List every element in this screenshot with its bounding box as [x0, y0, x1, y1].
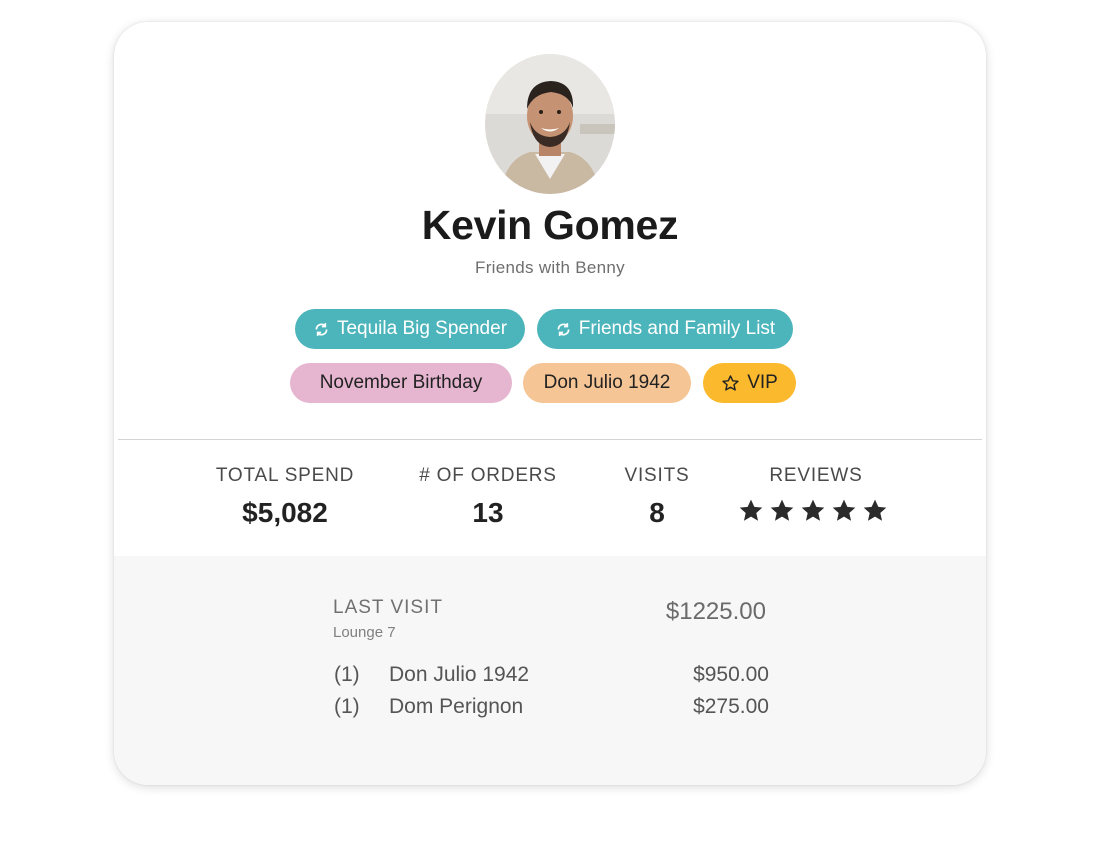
customer-profile-card: Kevin Gomez Friends with Benny Tequila B… [114, 22, 986, 785]
tag-label: VIP [747, 372, 778, 393]
last-visit-location: Lounge 7 [333, 624, 396, 641]
star-icon [801, 499, 825, 521]
tag-label: Don Julio 1942 [543, 372, 671, 393]
visits-label: VISITS [624, 465, 690, 486]
total-spend-value: $5,082 [242, 497, 328, 528]
orders-value: 13 [472, 497, 504, 528]
tag-vip[interactable]: VIP [703, 363, 796, 403]
order-item-price: $950.00 [693, 663, 769, 686]
avatar-photo [485, 54, 615, 194]
tag-tequila-big-spender[interactable]: Tequila Big Spender [295, 309, 525, 349]
last-visit-total: $1225.00 [665, 598, 766, 625]
tag-november-birthday[interactable]: November Birthday [290, 363, 512, 403]
visits-value: 8 [649, 497, 665, 528]
sync-icon [315, 322, 328, 336]
star-outline-icon [722, 374, 739, 391]
reviews-label: REVIEWS [769, 465, 863, 486]
tag-label: Friends and Family List [578, 318, 776, 339]
order-item-name: Dom Perignon [389, 695, 524, 718]
tag-label: Tequila Big Spender [336, 318, 508, 339]
tag-friends-and-family[interactable]: Friends and Family List [537, 309, 793, 349]
star-icon [770, 499, 794, 521]
total-spend-label: TOTAL SPEND [215, 465, 355, 486]
customer-name: Kevin Gomez [421, 202, 679, 248]
order-item-qty: (1) [334, 663, 360, 686]
avatar[interactable] [485, 54, 615, 194]
section-divider [118, 439, 982, 440]
orders-label: # OF ORDERS [419, 465, 557, 486]
reviews-rating [738, 498, 888, 524]
order-item-price: $275.00 [693, 695, 769, 718]
last-visit-section [114, 556, 986, 785]
star-icon [832, 499, 856, 521]
order-item-name: Don Julio 1942 [389, 663, 530, 686]
star-icon [739, 499, 763, 521]
sync-icon [557, 322, 570, 336]
order-item-qty: (1) [334, 695, 360, 718]
last-visit-label: LAST VISIT [333, 597, 443, 618]
tag-label: November Birthday [319, 372, 483, 393]
customer-subtitle: Friends with Benny [475, 258, 625, 277]
tag-don-julio[interactable]: Don Julio 1942 [523, 363, 691, 403]
star-icon [863, 499, 887, 521]
